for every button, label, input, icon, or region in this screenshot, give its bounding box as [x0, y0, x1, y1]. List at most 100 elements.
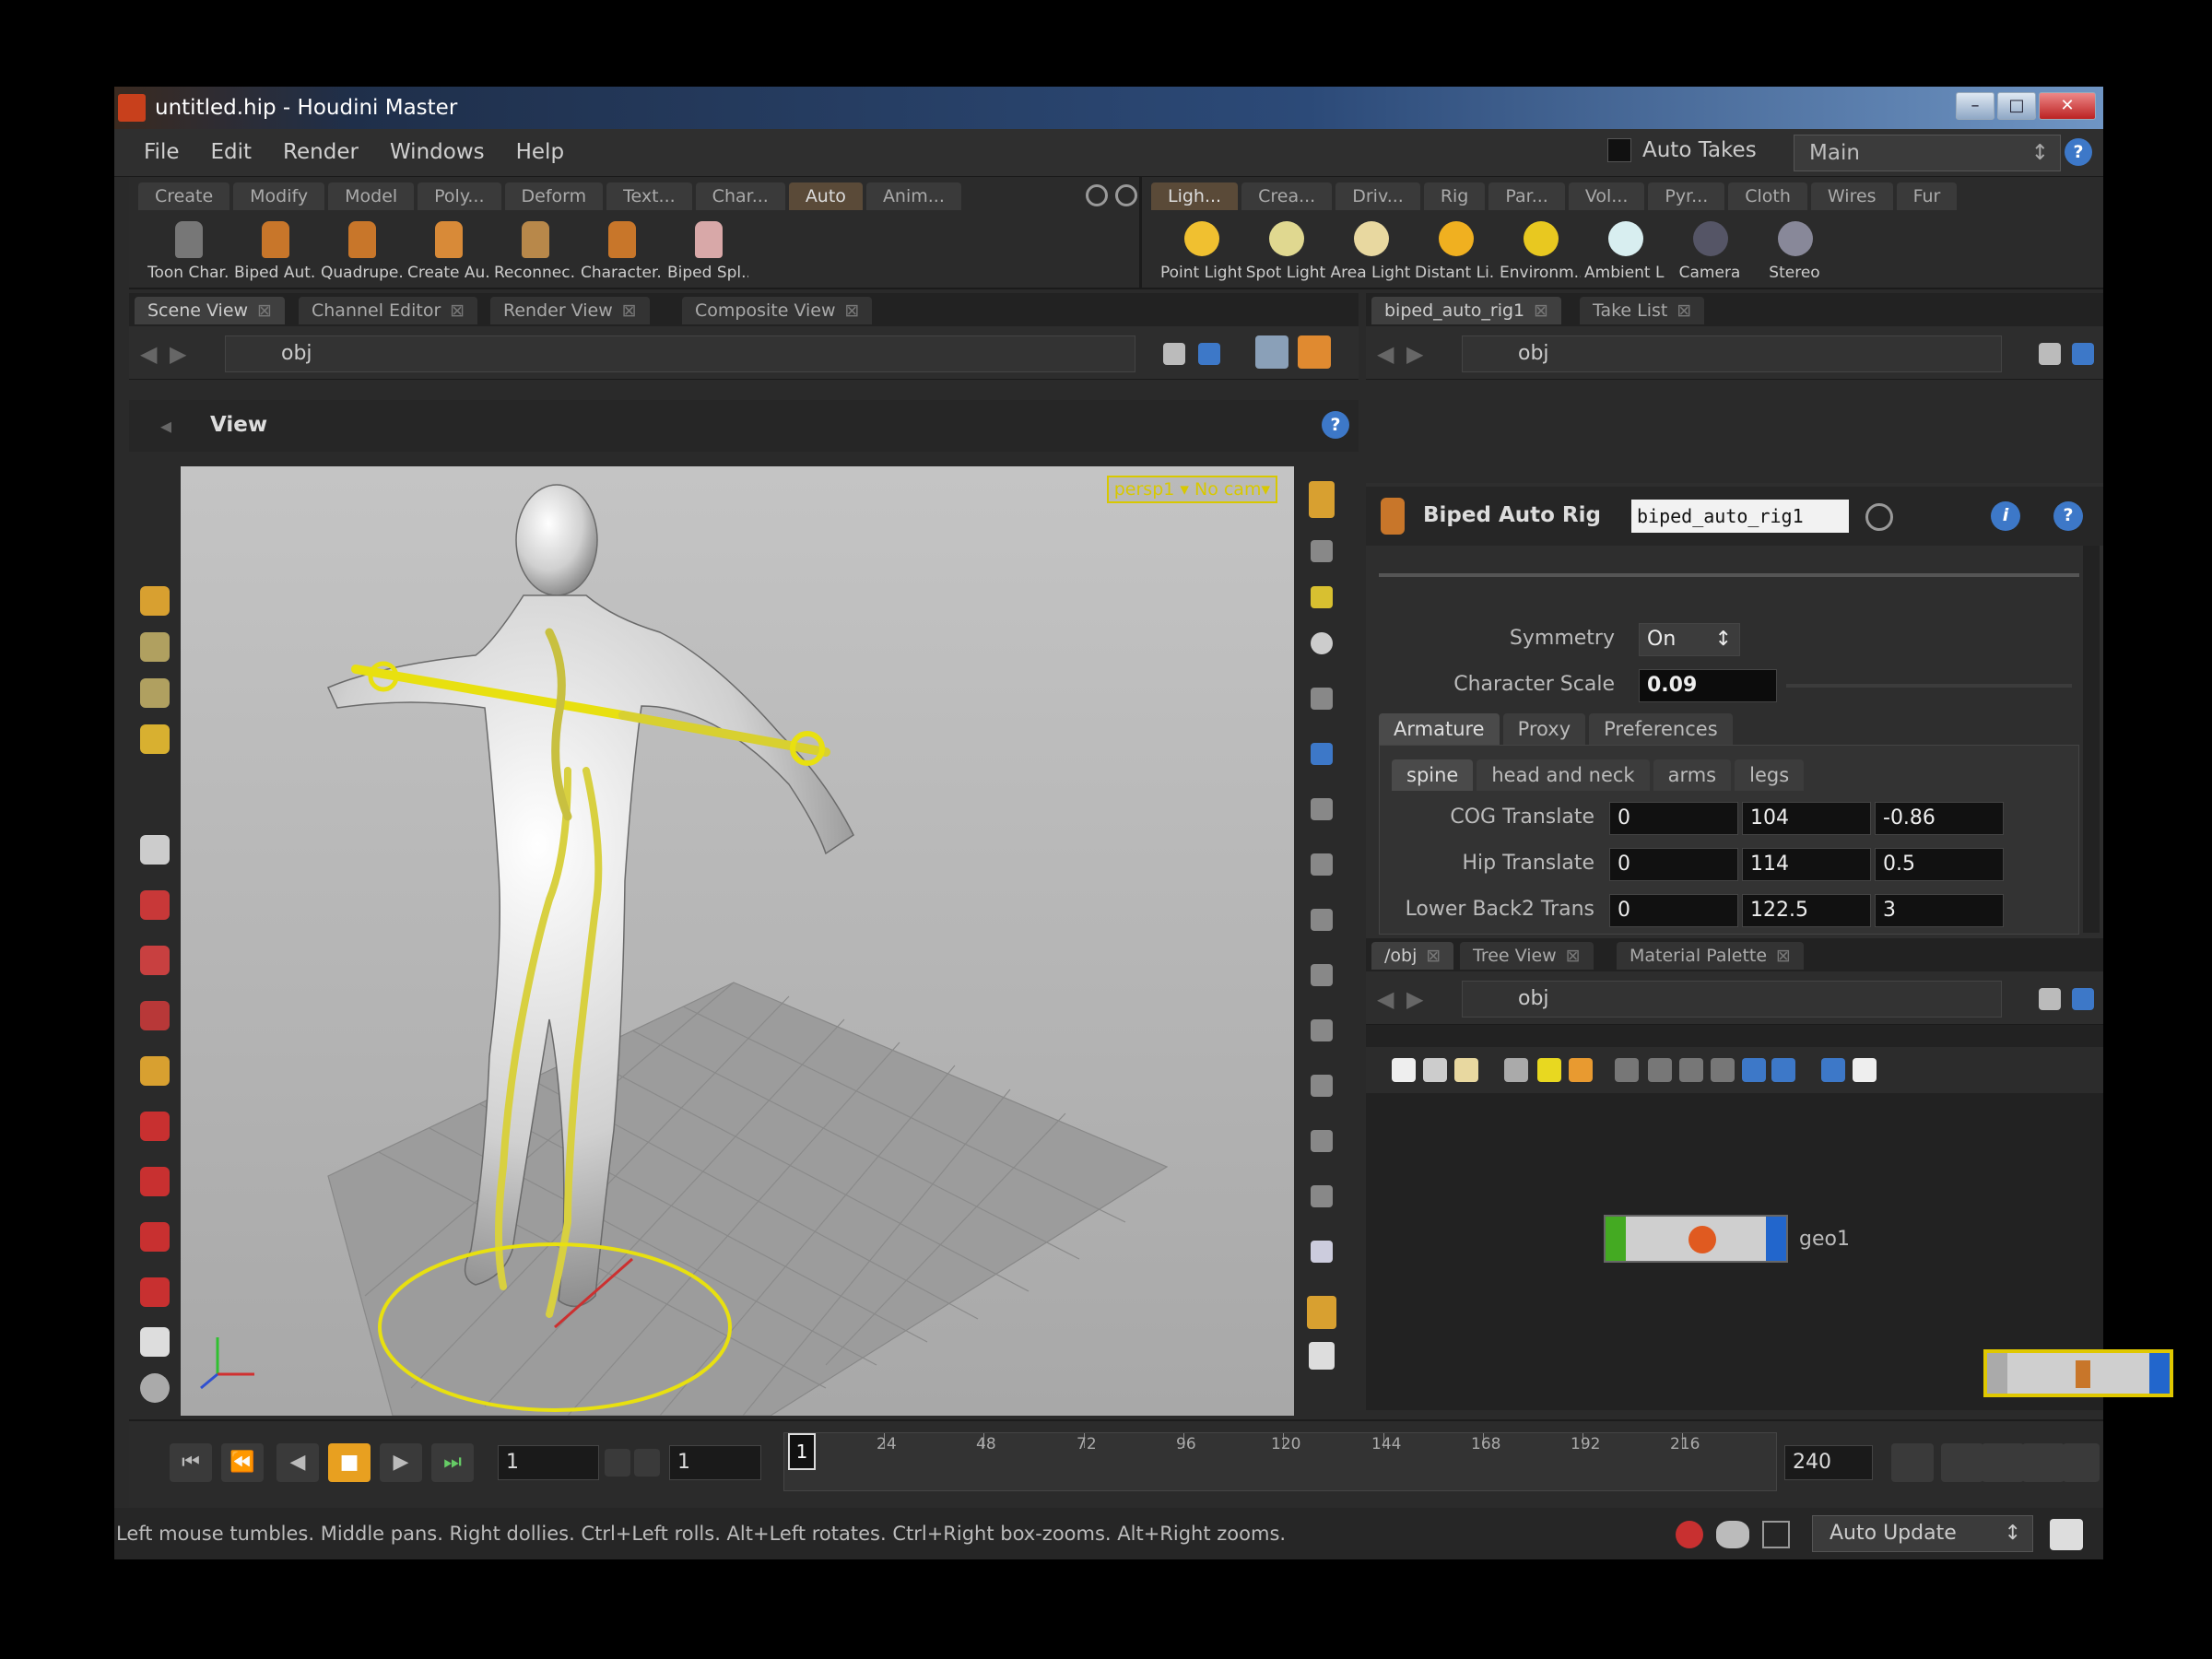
tool-biped-spline[interactable]: Biped Spl...	[667, 219, 748, 284]
tool-handle-icon[interactable]	[140, 1001, 170, 1030]
frame-step-icon[interactable]	[634, 1449, 660, 1477]
hip-translate-x[interactable]: 0	[1609, 848, 1738, 881]
select-tool-icon[interactable]	[140, 586, 170, 616]
tab-scene-view[interactable]: Scene View ⊠	[135, 297, 285, 324]
render-icon[interactable]	[1298, 335, 1331, 369]
tool-distant-light[interactable]: Distant Li...	[1415, 219, 1496, 284]
tool-character[interactable]: Character...	[581, 219, 662, 284]
back-arrow-icon[interactable]: ◀	[1377, 341, 1394, 367]
viewer-path-field[interactable]: obj	[225, 335, 1135, 372]
realtime-icon[interactable]	[1982, 1443, 2024, 1482]
tool-handle-icon[interactable]	[140, 946, 170, 975]
shelf-tab-rig[interactable]: Rig	[1423, 182, 1486, 210]
tile-mode-icon[interactable]	[1423, 1058, 1447, 1082]
shelf-tab-text[interactable]: Text...	[606, 182, 692, 210]
link-icon[interactable]	[1198, 343, 1220, 365]
tool-handle-icon[interactable]	[140, 1112, 170, 1141]
display-toggle-icon[interactable]	[1311, 743, 1333, 765]
scale-tool-icon[interactable]	[140, 724, 170, 754]
forward-arrow-icon[interactable]: ▶	[1406, 341, 1423, 367]
grid-icon[interactable]	[1771, 1058, 1795, 1082]
tool-area-light[interactable]: Area Light	[1330, 219, 1410, 284]
start-frame-field[interactable]: 1	[669, 1445, 761, 1480]
character-scale-field[interactable]: 0.09	[1639, 669, 1777, 702]
download-icon[interactable]	[1853, 1058, 1877, 1082]
paint-tool-icon[interactable]	[140, 1327, 170, 1357]
global-animation-icon[interactable]	[2022, 1443, 2065, 1482]
node-geo1[interactable]	[1604, 1215, 1788, 1263]
take-select[interactable]: Main ↕	[1794, 135, 2061, 171]
scene-viewport[interactable]: persp1 ▾ No cam▾	[181, 466, 1294, 1416]
shelf-tab-model[interactable]: Model	[328, 182, 415, 210]
parm-scrollbar[interactable]	[2083, 546, 2100, 933]
shelf-gear-icon[interactable]	[1115, 184, 1137, 206]
tool-spot-light[interactable]: Spot Light	[1245, 219, 1325, 284]
close-button[interactable]: ✕	[2039, 92, 2096, 120]
rotate-tool-icon[interactable]	[140, 678, 170, 708]
auto-takes-checkbox[interactable]	[1607, 138, 1631, 162]
jump-start-button[interactable]: ⏮	[170, 1443, 212, 1482]
character-scale-slider[interactable]	[1786, 684, 2072, 688]
tab-legs[interactable]: legs	[1735, 759, 1805, 791]
minimize-button[interactable]: –	[1956, 92, 1994, 120]
stop-button[interactable]: ■	[328, 1443, 371, 1482]
display-toggle-icon[interactable]	[1311, 853, 1333, 876]
shelf-tab-create[interactable]: Create	[138, 182, 230, 210]
tool-quadruped[interactable]: Quadrupe...	[321, 219, 402, 284]
shelf-gear-icon[interactable]	[1086, 184, 1108, 206]
step-back-key-button[interactable]: ⏪	[221, 1443, 264, 1482]
display-options-icon[interactable]	[1309, 481, 1335, 518]
shelf-tab-modify[interactable]: Modify	[233, 182, 325, 210]
tab-material-palette[interactable]: Material Palette ⊠	[1617, 942, 1804, 970]
node-name-field[interactable]: biped_auto_rig1	[1631, 500, 1849, 533]
menu-edit[interactable]: Edit	[211, 140, 253, 164]
back-arrow-icon[interactable]: ◀	[1377, 986, 1394, 1012]
tool-ambient-light[interactable]: Ambient L...	[1584, 219, 1665, 284]
back-arrow-icon[interactable]: ◀	[140, 341, 157, 367]
symmetry-menu[interactable]: On ↕	[1639, 623, 1740, 656]
tab-tree-view[interactable]: Tree View ⊠	[1460, 942, 1594, 970]
frame-step-icon[interactable]	[605, 1449, 630, 1477]
display-toggle-icon[interactable]	[1311, 1130, 1333, 1152]
cog-translate-z[interactable]: -0.86	[1875, 802, 2004, 835]
tool-reconnect[interactable]: Reconnec...	[494, 219, 575, 284]
playbar-options-icon[interactable]	[2063, 1443, 2100, 1482]
timeline[interactable]: 1 24 48 72 96 120 144 168 192 216	[783, 1432, 1777, 1491]
tool-biped-auto-rig[interactable]: Biped Aut...	[234, 219, 315, 284]
pin-icon[interactable]	[2039, 343, 2061, 365]
menu-windows[interactable]: Windows	[390, 140, 485, 164]
console-icon[interactable]	[2050, 1519, 2083, 1550]
tool-handle-icon[interactable]	[140, 1167, 170, 1196]
shelf-tab-drive[interactable]: Driv...	[1335, 182, 1420, 210]
play-backward-button[interactable]: ◀	[276, 1443, 319, 1482]
sphere-tool-icon[interactable]	[140, 1373, 170, 1403]
zoom-icon[interactable]	[1821, 1058, 1845, 1082]
tab-take-list[interactable]: Take List ⊠	[1580, 297, 1705, 324]
help-icon[interactable]: ?	[2053, 501, 2083, 531]
layout-icon[interactable]	[1679, 1058, 1703, 1082]
display-toggle-icon[interactable]	[1311, 1075, 1333, 1097]
grid-layout-icon[interactable]	[1307, 1296, 1336, 1329]
pin-icon[interactable]	[2039, 988, 2061, 1010]
tab-spine[interactable]: spine	[1392, 759, 1474, 791]
layout-icon[interactable]	[1648, 1058, 1672, 1082]
layout-icon[interactable]	[1711, 1058, 1735, 1082]
sticky-note-icon[interactable]	[1537, 1058, 1561, 1082]
tool-create-auto-rig[interactable]: Create Au...	[407, 219, 488, 284]
node-gear-icon[interactable]	[1865, 503, 1893, 531]
link-icon[interactable]	[2072, 988, 2094, 1010]
display-toggle-icon[interactable]	[1311, 688, 1333, 710]
move-tool-icon[interactable]	[140, 632, 170, 662]
shelf-tab-create[interactable]: Crea...	[1241, 182, 1333, 210]
stop-render-icon[interactable]	[1676, 1521, 1703, 1548]
shelf-tab-lights[interactable]: Ligh...	[1151, 182, 1239, 210]
lower-back2-trans-y[interactable]: 122.5	[1742, 894, 1871, 927]
update-mode-select[interactable]: Auto Update ↕	[1812, 1515, 2033, 1552]
tab-head-and-neck[interactable]: head and neck	[1477, 759, 1650, 791]
cog-translate-y[interactable]: 104	[1742, 802, 1871, 835]
tool-handle-icon[interactable]	[140, 1277, 170, 1307]
display-toggle-icon[interactable]	[1311, 540, 1333, 562]
menu-help[interactable]: Help	[516, 140, 564, 164]
tab-biped-auto-rig1[interactable]: biped_auto_rig1 ⊠	[1371, 297, 1562, 324]
lower-back2-trans-z[interactable]: 3	[1875, 894, 2004, 927]
